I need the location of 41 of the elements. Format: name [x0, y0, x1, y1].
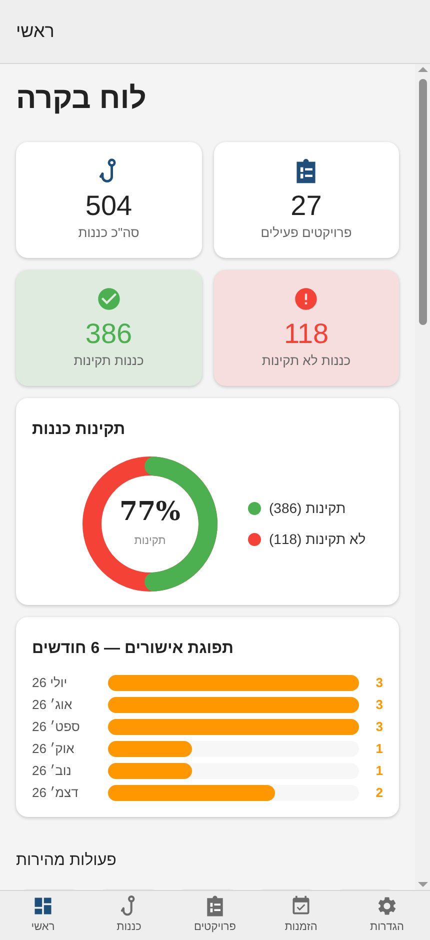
stat-label: סה"כ כננות	[78, 224, 140, 242]
month-label: אוג׳ 26	[32, 696, 74, 714]
stat-value: 504	[85, 188, 132, 223]
check-icon	[96, 286, 122, 312]
bar-value: 2	[376, 784, 383, 802]
stat-value: 386	[85, 316, 132, 351]
bar-value: 3	[376, 696, 383, 714]
scrollbar[interactable]	[415, 64, 430, 890]
nav-tab[interactable]: פרויקטים	[172, 891, 258, 940]
stat-label: פרויקטים פעילים	[260, 224, 352, 242]
dashboard-icon	[32, 895, 54, 918]
percentage-value: 77%	[120, 498, 180, 525]
legend-label: לא תקינות (118)	[269, 530, 366, 549]
nav-tab[interactable]: הזמנות	[258, 891, 344, 940]
nav-tab[interactable]: ראשי	[0, 891, 86, 940]
stat-value: 27	[290, 188, 322, 223]
card-title: תקינות כננות	[32, 420, 126, 440]
month-label: נוב׳ 26	[32, 762, 72, 780]
month-label: יולי 26	[32, 674, 68, 692]
header-title: ראשי	[16, 20, 54, 43]
stat-label: כננות לא תקינות	[262, 352, 351, 370]
section-title: פעולות מהירות	[16, 851, 118, 871]
alert-icon	[293, 286, 320, 312]
month-label: דצמ׳ 26	[32, 784, 80, 802]
calendar-check-icon	[290, 895, 312, 918]
settings-icon	[376, 895, 398, 918]
stat-value: 118	[284, 316, 329, 351]
bar-value: 1	[376, 740, 383, 758]
nav-tab[interactable]: הגדרות	[344, 891, 430, 940]
bar-value: 1	[376, 762, 383, 780]
bar-value: 3	[376, 674, 383, 692]
month-label: ספט׳ 26	[32, 718, 81, 736]
card-title: תפוגת אישורים — 6 חודשים	[32, 639, 235, 659]
page-title: לוח בקרה	[16, 84, 148, 114]
bar-value: 3	[376, 718, 383, 736]
legend-label: תקינות (386)	[269, 499, 346, 518]
nav-tab[interactable]: כננות	[86, 891, 172, 940]
percentage-caption: תקינות	[134, 534, 166, 549]
clipboard-list-icon	[204, 895, 226, 918]
month-label: אוק׳ 26	[32, 740, 76, 758]
stat-label: כננות תקינות	[74, 352, 144, 370]
